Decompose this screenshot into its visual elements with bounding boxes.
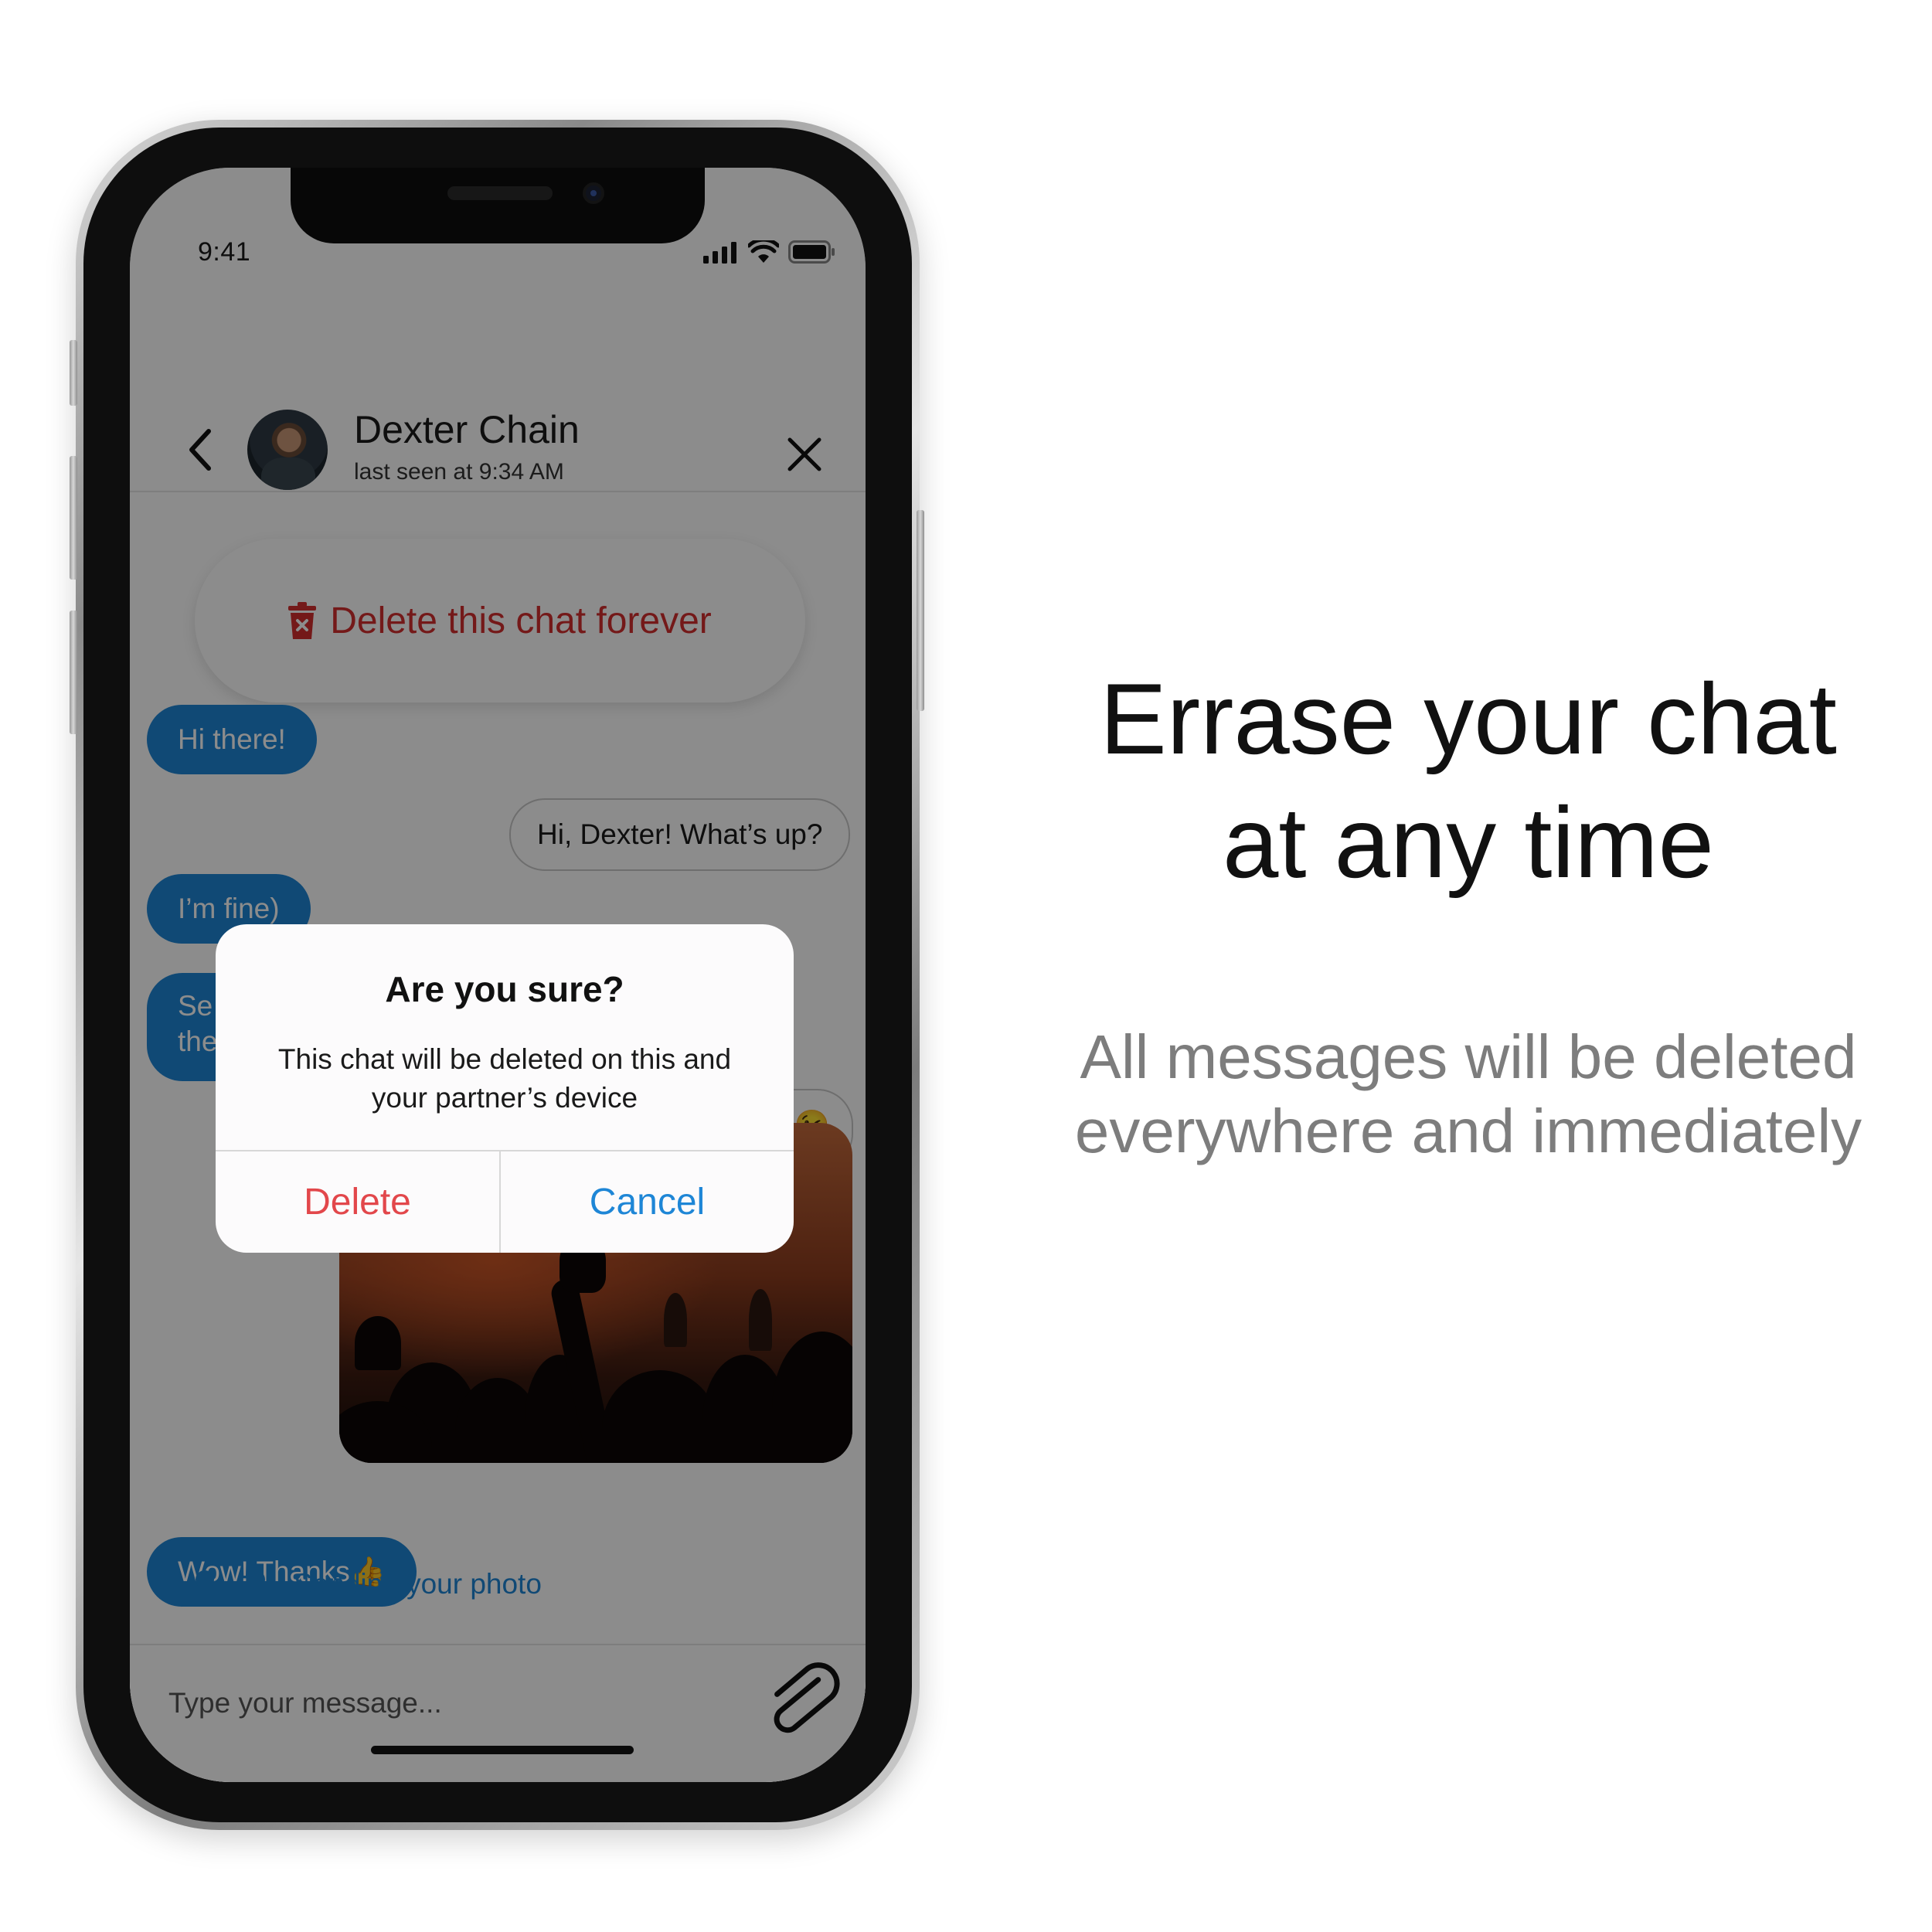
promo-subline: All messages will be deleted everywhere … <box>1028 1020 1909 1168</box>
promo-headline: Errase your chat at any time <box>1028 657 1909 904</box>
promo-headline-line2: at any time <box>1223 786 1714 899</box>
promo-subline-line2: everywhere and immediately <box>1074 1097 1862 1165</box>
phone-screen-holder: 9:41 Dexter Chain last seen at 9:34 AM D… <box>76 120 920 1830</box>
dialog-title: Are you sure? <box>385 969 624 1009</box>
promo-subline-line1: All messages will be deleted <box>1080 1022 1857 1091</box>
dialog-message: This chat will be deleted on this and yo… <box>277 1043 732 1114</box>
phone-screen: 9:41 Dexter Chain last seen at 9:34 AM D… <box>130 168 866 1782</box>
confirm-dialog: Are you sure? This chat will be deleted … <box>216 924 794 1253</box>
confirm-delete-button[interactable]: Delete <box>216 1151 499 1253</box>
cancel-button[interactable]: Cancel <box>501 1151 794 1253</box>
home-indicator[interactable] <box>371 1746 634 1754</box>
promo-headline-line1: Errase your chat <box>1100 662 1837 775</box>
